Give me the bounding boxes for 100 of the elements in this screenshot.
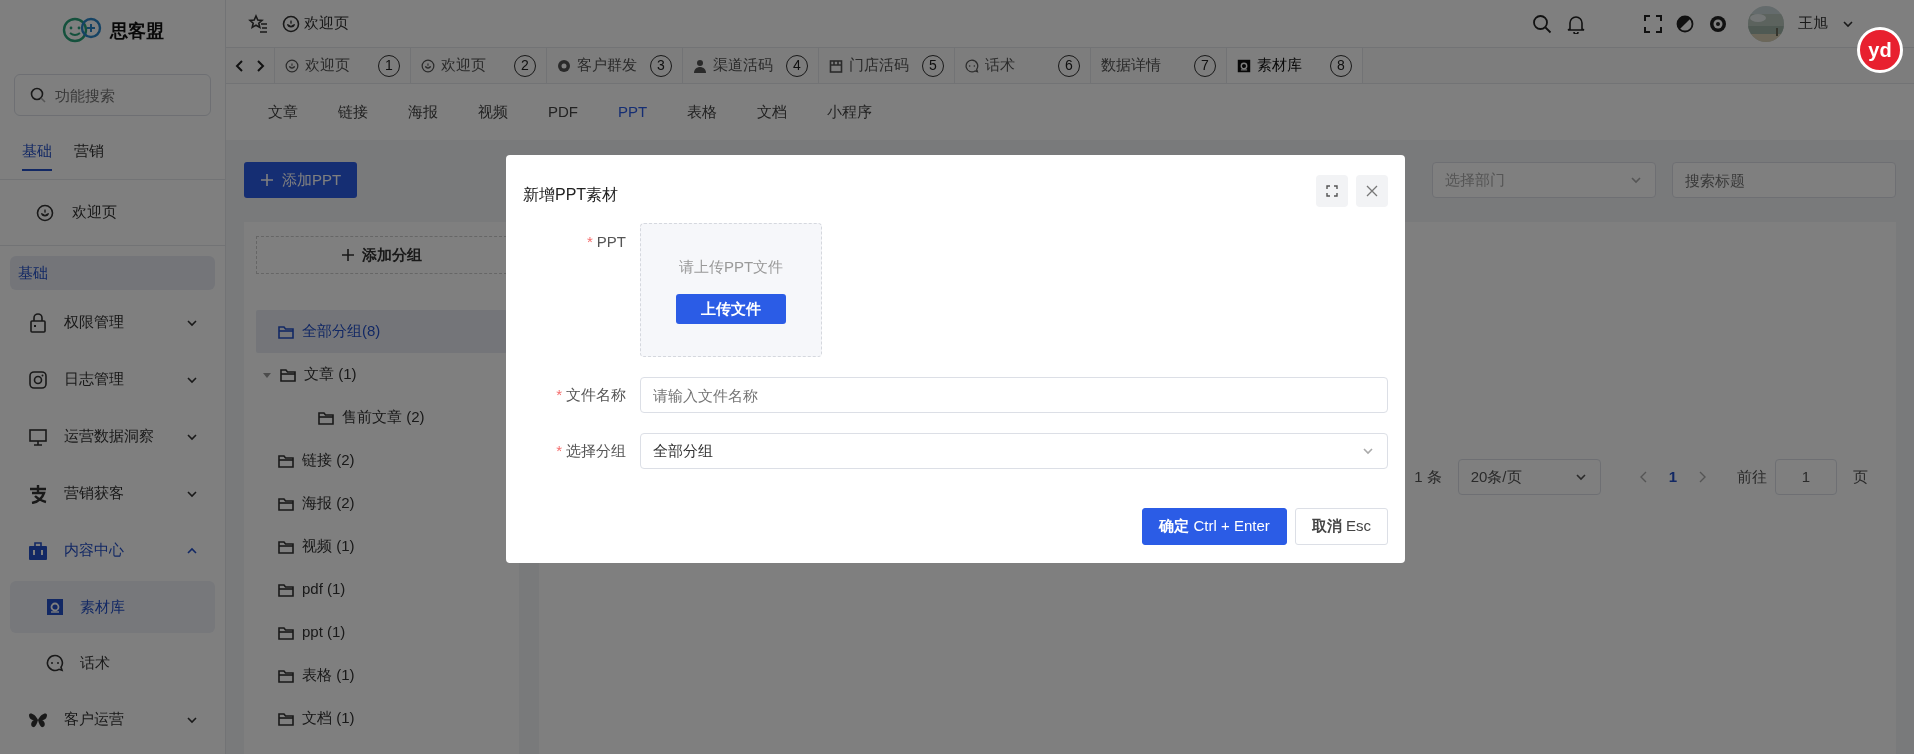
section-header: 基础 [10,256,215,290]
folder-icon [278,453,294,468]
lotus-icon [421,58,435,73]
app-name: 思客盟 [109,19,164,43]
folder-icon [278,582,294,597]
pay-icon [28,483,48,504]
tab[interactable]: 链接 [318,100,388,124]
page-number[interactable]: 1 [1662,464,1683,490]
submenu-item[interactable]: 素材库 [10,581,215,633]
tree-item[interactable]: pdf (1) [256,568,507,611]
tree-item[interactable]: 全部分组(8) [256,310,507,353]
folder-icon [278,496,294,511]
field-label: * 选择分组 [555,440,626,461]
tab[interactable]: 视频 [458,100,528,124]
search-icon[interactable] [1532,13,1552,34]
field-label: * 文件名称 [555,384,626,405]
submenu-item[interactable]: 话术 [10,637,215,689]
breadcrumb[interactable]: 欢迎页 [304,12,349,35]
monitor-icon [28,426,48,447]
lotus-icon [34,203,56,222]
upload-button[interactable]: 上传文件 [676,294,786,325]
add-group-button[interactable]: 添加分组 [256,236,507,274]
menu-item[interactable]: 客户运营 [0,691,225,748]
chat-icon [965,58,979,73]
folder-icon [278,324,294,339]
folder-icon [278,711,294,726]
page-size-select[interactable]: 20条/页 [1457,459,1601,495]
user-icon [693,58,707,73]
tree-item[interactable]: ppt (1) [256,611,507,654]
sidebar-tab[interactable]: 基础 [22,134,52,171]
store-icon [829,58,843,73]
tree-item[interactable]: 文档 (1) [256,697,507,740]
tab[interactable]: 文档 [737,100,808,124]
tab[interactable]: 客户群发 3 [547,48,683,84]
add-button[interactable]: 添加PPT [244,162,358,198]
cancel-button[interactable]: 取消 Esc [1294,508,1388,545]
tree-item[interactable]: 链接 (2) [256,439,507,482]
menu-item[interactable]: 欢迎页 [0,180,225,246]
tab[interactable]: 门店活码 5 [819,48,955,84]
goto-label: 前往 [1737,466,1767,487]
menu-item[interactable]: 营销获客 [0,465,225,522]
favorites-icon[interactable] [248,13,268,34]
folder-icon [280,367,296,382]
theme-icon[interactable] [1676,14,1694,33]
tab[interactable]: 欢迎页 1 [275,48,411,84]
fullscreen-button[interactable] [1316,175,1348,207]
search-field[interactable]: 搜索标题 [1672,162,1896,198]
folder-icon [278,668,294,683]
tree-item[interactable]: 表格 (1) [256,654,507,697]
chevron-left-icon[interactable] [234,58,246,73]
group-select[interactable]: 全部分组 [640,433,1388,469]
text-field[interactable]: 请输入文件名称 [640,377,1388,413]
tab[interactable]: 话术 6 [955,48,1091,84]
fullscreen-icon [1326,185,1338,197]
total-count: 1 条 [1414,466,1442,487]
tab[interactable]: 表格 [667,100,738,124]
upload-hint: 请上传PPT文件 [678,256,784,277]
aperture-icon [557,58,571,73]
tab[interactable]: 渠道活码 4 [683,48,819,84]
tree-item[interactable]: 海报 (2) [256,482,507,525]
bell-icon[interactable] [1566,13,1586,34]
menu-item[interactable]: 日志管理 [0,351,225,408]
material-icon [46,598,64,616]
plus-icon [260,173,274,187]
settings-icon[interactable] [1708,13,1728,34]
material-icon [1237,58,1251,73]
search-icon [30,87,46,103]
tab[interactable]: 欢迎页 2 [411,48,547,84]
folder-icon [278,539,294,554]
tree-item[interactable]: 文章 (1) [256,353,507,396]
fullscreen-icon[interactable] [1644,14,1662,33]
tree-item[interactable]: 视频 (1) [256,525,507,568]
field-label: * PPT [585,232,626,252]
tab[interactable]: 文章 [248,100,318,124]
menu-item[interactable]: 运营数据洞察 [0,408,225,465]
page-unit: 页 [1853,466,1868,487]
lock-icon [28,312,48,333]
dialog-title: 新增PPT素材 [523,185,620,205]
chevron-right-icon[interactable] [254,58,266,73]
upload-area[interactable]: 请上传PPT文件 上传文件 [640,223,822,357]
user-name[interactable]: 王旭 [1798,12,1828,35]
briefcase-icon [28,540,48,561]
tab[interactable]: PPT [598,100,668,124]
chat-icon [46,654,64,672]
search-field[interactable]: 功能搜索 [14,74,211,116]
confirm-button[interactable]: 确定 Ctrl + Enter [1142,508,1287,545]
tab[interactable]: 小程序 [807,100,893,124]
close-icon [1366,185,1378,197]
page-input[interactable]: 1 [1775,459,1837,495]
lotus-icon [285,58,299,73]
plus-icon [341,249,354,261]
tab[interactable]: 海报 [388,100,458,124]
tab[interactable]: PDF [528,100,598,124]
camera-icon [28,369,48,390]
menu-item[interactable]: 内容中心 [0,522,225,579]
tree-item[interactable]: 售前文章 (2) [256,396,507,439]
lotus-icon [282,14,300,33]
sidebar-tab[interactable]: 营销 [74,134,104,171]
folder-icon [278,625,294,640]
menu-item[interactable]: 权限管理 [0,294,225,351]
